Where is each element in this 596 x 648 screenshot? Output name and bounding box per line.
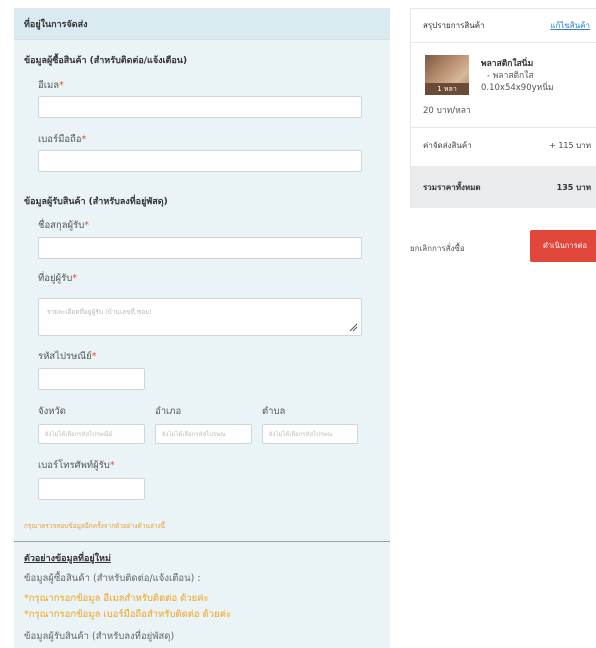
verify-note: กรุณาตรวจสอบข้อมูลอีกครั้งจากตัวอย่างด้า… — [24, 522, 166, 530]
email-label: อีเมล* — [38, 80, 64, 91]
quantity-badge: 1 หลา — [425, 83, 469, 95]
email-field[interactable] — [38, 96, 362, 118]
district-label: อำเภอ — [155, 406, 182, 417]
shipping-fee-label: ค่าจัดส่งสินค้า — [423, 141, 472, 150]
summary-title: สรุปรายการสินค้า — [423, 21, 485, 30]
address-label: ที่อยู่ผู้รับ* — [38, 273, 77, 284]
phone-label: เบอร์มือถือ* — [38, 134, 87, 145]
address-textarea[interactable]: รายละเอียดที่อยู่ผู้รับ (บ้านเลขที่,ซอย) — [38, 298, 362, 336]
edit-products-link[interactable]: แก้ไขสินค้า — [550, 19, 590, 32]
province-select[interactable]: ยังไม่ได้เลือกรหัสไปรษณีย์ — [38, 424, 145, 444]
address-placeholder: รายละเอียดที่อยู่ผู้รับ (บ้านเลขที่,ซอย) — [47, 308, 152, 316]
receiver-name-field[interactable] — [38, 237, 362, 259]
proceed-button[interactable]: ดำเนินการต่อ — [530, 230, 596, 262]
unit-price: 20 บาท/หลา — [423, 106, 471, 116]
summary-header: สรุปรายการสินค้า แก้ไขสินค้า — [411, 9, 596, 43]
divider — [14, 541, 390, 542]
shipping-fee-value: + 115 บาท — [549, 141, 591, 150]
name-label: ชื่อสกุลผู้รับ* — [38, 220, 89, 231]
example-receiver-line: ข้อมูลผู้รับสินค้า (สำหรับลงที่อยู่พัสดุ… — [24, 631, 175, 642]
shipping-header: ที่อยู่ในการจัดส่ง — [14, 8, 390, 40]
order-summary: สรุปรายการสินค้า แก้ไขสินค้า 1 หลา พลาสต… — [410, 8, 596, 208]
total-label: รวมราคาทั้งหมด — [423, 182, 481, 192]
receiver-section-title: ข้อมูลผู้รับสินค้า (สำหรับลงที่อยู่พัสดุ… — [24, 197, 168, 207]
buyer-section-title: ข้อมูลผู้ซื้อสินค้า (สำหรับติดต่อ/แจ้งเต… — [24, 56, 188, 66]
postcode-field[interactable] — [38, 368, 145, 390]
cancel-order-link[interactable]: ยกเลิกการสั่งซื้อ — [410, 242, 465, 255]
postcode-label: รหัสไปรษณีย์* — [38, 351, 97, 362]
example-title: ตัวอย่างข้อมูลที่อยู่ใหม่ — [24, 554, 111, 564]
product-thumbnail: 1 หลา — [425, 55, 469, 95]
subdistrict-label: ตำบล — [262, 406, 286, 417]
resize-handle-icon[interactable] — [349, 323, 358, 332]
receiver-phone-field[interactable] — [38, 478, 145, 500]
shipping-form-panel: ที่อยู่ในการจัดส่ง ข้อมูลผู้ซื้อสินค้า (… — [14, 8, 390, 648]
product-size: 0.10x54x90yหนิ่ม — [481, 83, 554, 93]
example-buyer-line: ข้อมูลผู้ซื้อสินค้า (สำหรับติดต่อ/แจ้งเต… — [24, 573, 201, 584]
example-warn-phone: *กรุณากรอกข้อมูล เบอร์มือถือสำหรับติดต่อ… — [24, 609, 232, 620]
phone-field[interactable] — [38, 150, 362, 172]
district-select[interactable]: ยังไม่ได้เลือกรหัสไปรษณ — [155, 424, 252, 444]
shipping-fee-row: ค่าจัดส่งสินค้า + 115 บาท — [411, 127, 596, 163]
subdistrict-select[interactable]: ยังไม่ได้เลือกรหัสไปรษณ — [262, 424, 358, 444]
province-label: จังหวัด — [38, 406, 66, 417]
total-value: 135 บาท — [556, 182, 591, 192]
receiver-phone-label: เบอร์โทรศัพท์ผู้รับ* — [38, 460, 115, 471]
total-row: รวมราคาทั้งหมด 135 บาท — [411, 166, 596, 208]
example-warn-email: *กรุณากรอกข้อมูล อีเมลสำหรับติดต่อ ด้วยค… — [24, 593, 209, 604]
